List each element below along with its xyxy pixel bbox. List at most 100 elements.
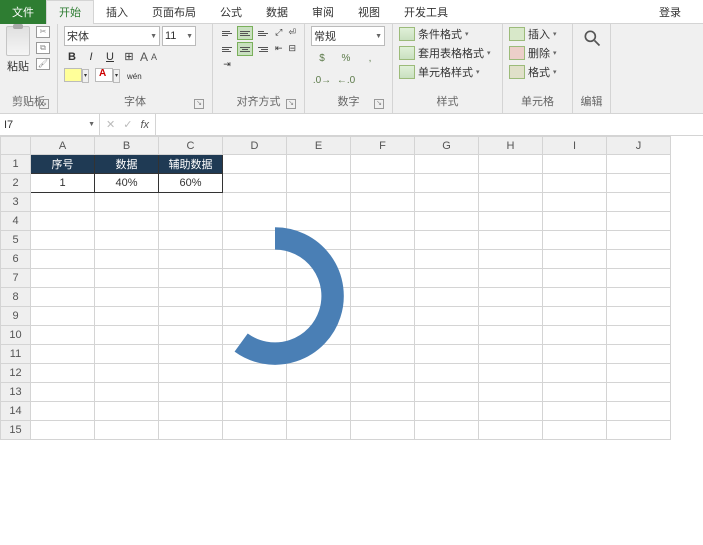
cell[interactable] (223, 421, 287, 440)
cell[interactable] (607, 174, 671, 193)
cell[interactable] (287, 174, 351, 193)
cell[interactable] (159, 193, 223, 212)
grow-font-icon[interactable]: A (140, 50, 148, 64)
cell-styles-button[interactable]: 单元格样式▾ (399, 64, 496, 80)
align-right-button[interactable] (255, 42, 271, 56)
tab-data[interactable]: 数据 (254, 0, 300, 24)
cell[interactable] (287, 421, 351, 440)
merge-button[interactable]: ⊟ (287, 42, 299, 56)
cell[interactable] (543, 155, 607, 174)
cell[interactable] (95, 421, 159, 440)
align-middle-button[interactable] (237, 26, 253, 40)
format-as-table-button[interactable]: 套用表格格式▾ (399, 45, 496, 61)
cell[interactable] (159, 383, 223, 402)
cell[interactable] (543, 212, 607, 231)
cell[interactable] (543, 421, 607, 440)
cell[interactable] (479, 402, 543, 421)
cell[interactable] (415, 174, 479, 193)
cell[interactable] (607, 250, 671, 269)
cell[interactable] (31, 269, 95, 288)
worksheet-grid[interactable]: ABCDEFGHIJ1序号数据辅助数据2140%60%3456789101112… (0, 136, 703, 544)
cell[interactable] (543, 364, 607, 383)
border-button[interactable]: ⊞ (121, 49, 137, 65)
cell[interactable] (31, 288, 95, 307)
cell[interactable] (415, 250, 479, 269)
format-cells-button[interactable]: 格式▾ (509, 64, 566, 80)
column-header[interactable]: I (543, 137, 607, 155)
row-header[interactable]: 2 (1, 174, 31, 193)
increase-decimal-button[interactable]: .0→ (311, 72, 333, 90)
font-size-select[interactable]: 11▼ (162, 26, 196, 46)
paste-icon[interactable] (6, 26, 30, 56)
cell[interactable] (31, 212, 95, 231)
cell[interactable] (223, 193, 287, 212)
cell[interactable] (543, 345, 607, 364)
align-top-button[interactable] (219, 26, 235, 40)
cell[interactable] (607, 326, 671, 345)
paste-button[interactable]: 粘贴 (7, 58, 29, 74)
cell[interactable] (479, 193, 543, 212)
delete-cells-button[interactable]: 删除▾ (509, 45, 566, 61)
tab-page-layout[interactable]: 页面布局 (140, 0, 208, 24)
cell[interactable] (415, 364, 479, 383)
cell[interactable] (351, 288, 415, 307)
cell[interactable] (479, 212, 543, 231)
cell[interactable] (31, 326, 95, 345)
cell[interactable] (351, 345, 415, 364)
clipboard-launcher-icon[interactable]: ↘ (39, 99, 49, 109)
cell[interactable]: 序号 (31, 155, 95, 174)
tab-file[interactable]: 文件 (0, 0, 46, 24)
decrease-decimal-button[interactable]: ←.0 (335, 72, 357, 90)
copy-icon[interactable]: ⧉ (36, 42, 50, 54)
cell[interactable] (351, 383, 415, 402)
tab-view[interactable]: 视图 (346, 0, 392, 24)
cell[interactable] (415, 269, 479, 288)
cell[interactable] (351, 364, 415, 383)
cell[interactable] (31, 345, 95, 364)
cell[interactable] (95, 383, 159, 402)
increase-indent-button[interactable]: ⇥ (219, 58, 235, 72)
insert-cells-button[interactable]: 插入▾ (509, 26, 566, 42)
cell[interactable] (31, 193, 95, 212)
cell[interactable] (607, 364, 671, 383)
column-header[interactable]: C (159, 137, 223, 155)
cell[interactable] (543, 288, 607, 307)
cell[interactable] (607, 288, 671, 307)
cut-icon[interactable]: ✂ (36, 26, 50, 38)
font-color-button[interactable]: ▾ (95, 68, 113, 82)
cell[interactable] (31, 250, 95, 269)
row-header[interactable]: 1 (1, 155, 31, 174)
column-header[interactable]: D (223, 137, 287, 155)
name-box[interactable]: I7▼ (0, 114, 100, 135)
cell[interactable] (351, 174, 415, 193)
fx-icon[interactable]: fx (140, 119, 149, 131)
row-header[interactable]: 11 (1, 345, 31, 364)
font-launcher-icon[interactable]: ↘ (194, 99, 204, 109)
cell[interactable] (479, 383, 543, 402)
row-header[interactable]: 13 (1, 383, 31, 402)
cell[interactable] (479, 364, 543, 383)
cell[interactable] (351, 155, 415, 174)
cell[interactable] (287, 155, 351, 174)
row-header[interactable]: 5 (1, 231, 31, 250)
column-header[interactable]: J (607, 137, 671, 155)
cell[interactable] (415, 383, 479, 402)
cell[interactable]: 40% (95, 174, 159, 193)
cell[interactable] (223, 155, 287, 174)
row-header[interactable]: 4 (1, 212, 31, 231)
cell[interactable]: 60% (159, 174, 223, 193)
row-header[interactable]: 9 (1, 307, 31, 326)
cell[interactable] (607, 402, 671, 421)
cell[interactable] (543, 174, 607, 193)
tab-review[interactable]: 审阅 (300, 0, 346, 24)
cell[interactable] (31, 307, 95, 326)
chevron-down-icon[interactable]: ▾ (113, 69, 120, 83)
column-header[interactable]: H (479, 137, 543, 155)
cell[interactable] (287, 193, 351, 212)
cell[interactable] (543, 269, 607, 288)
alignment-launcher-icon[interactable]: ↘ (286, 99, 296, 109)
cell[interactable] (415, 155, 479, 174)
cell[interactable] (607, 421, 671, 440)
cell[interactable] (479, 269, 543, 288)
cell[interactable] (607, 155, 671, 174)
